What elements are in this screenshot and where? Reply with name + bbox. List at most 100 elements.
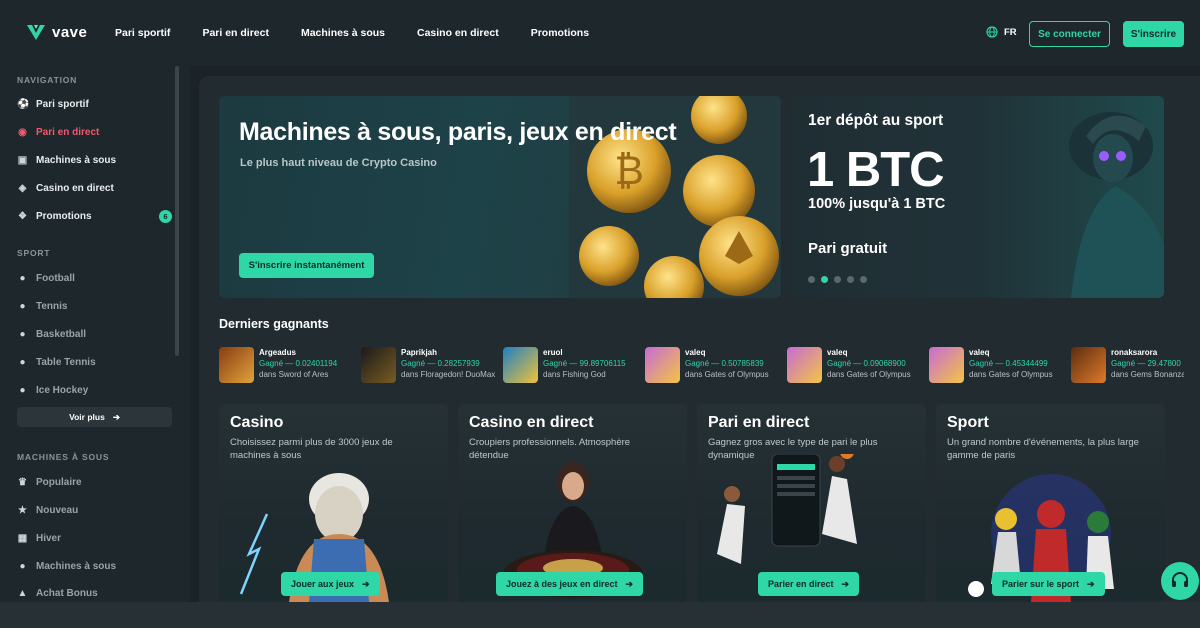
carousel-dot[interactable]: [808, 276, 815, 283]
see-more-button[interactable]: Voir plus ➔: [17, 407, 172, 427]
sidebar-section-sport: SPORT: [17, 248, 51, 258]
sidebar-item-casino-en-direct[interactable]: ◈ Casino en direct: [17, 183, 172, 194]
topnav-casino-en-direct[interactable]: Casino en direct: [417, 27, 499, 39]
sidebar-item-hiver[interactable]: ▦ Hiver: [17, 533, 172, 544]
winner-item[interactable]: valeq Gagné — 0.09068900 dans Gates of Oly…: [787, 347, 911, 383]
button-label: Jouez à des jeux en direct: [506, 579, 618, 589]
bag-icon: ▲: [17, 588, 28, 599]
sidebar-scrollbar[interactable]: [175, 66, 179, 356]
sidebar-item-basketball[interactable]: ● Basketball: [17, 329, 172, 340]
sidebar-item-label: Ice Hockey: [36, 385, 89, 396]
carousel-dot-active[interactable]: [821, 276, 828, 283]
winner-item[interactable]: valeq Gagné — 0.45344499 dans Gates of Oly…: [929, 347, 1053, 383]
bet-sport-button[interactable]: Parier sur le sport ➔: [992, 572, 1105, 596]
winner-item[interactable]: eruol Gagné — 99.89706115 dans Fishing God: [503, 347, 626, 383]
globe-icon: [986, 26, 998, 38]
sidebar-item-label: Pari en direct: [36, 127, 100, 138]
winner-game: dans Gems Bonanza: [1111, 370, 1184, 379]
card-description: Un grand nombre d'événements, la plus la…: [947, 437, 1139, 461]
card-title: Pari en direct: [708, 414, 810, 431]
language-selector[interactable]: FR: [986, 26, 1017, 38]
sidebar-item-ice-hockey[interactable]: ● Ice Hockey: [17, 385, 172, 396]
language-code: FR: [1004, 26, 1017, 38]
signup-button[interactable]: S'inscrire: [1123, 21, 1184, 47]
sidebar-item-nouveau[interactable]: ★ Nouveau: [17, 505, 172, 516]
game-thumbnail: [1071, 347, 1106, 383]
topnav-promotions[interactable]: Promotions: [531, 27, 589, 39]
game-thumbnail: [219, 347, 254, 383]
card-description: Croupiers professionnels. Atmosphère dét…: [469, 437, 631, 461]
card-title: Casino: [230, 414, 284, 431]
play-live-games-button[interactable]: Jouez à des jeux en direct ➔: [496, 572, 644, 596]
winner-item[interactable]: valeq Gagné — 0.50785839 dans Gates of Oly…: [645, 347, 769, 383]
play-games-button[interactable]: Jouer aux jeux ➔: [281, 572, 380, 596]
bet-live-button[interactable]: Parier en direct ➔: [758, 572, 860, 596]
game-thumbnail: [645, 347, 680, 383]
arrow-right-icon: ➔: [841, 578, 850, 589]
winners-ticker: Argeadus Gagné — 0.02401194 dans Sword of …: [219, 347, 1184, 387]
winner-amount: Gagné — 0.45344499: [969, 359, 1048, 368]
winner-item[interactable]: Paprikjah Gagné — 0.28257939 dans Floraged…: [361, 347, 496, 383]
hero-banner: ₿ Machines à sous, paris, jeux en direct…: [219, 96, 781, 298]
arrow-right-icon: ➔: [112, 411, 120, 422]
button-label: Parier sur le sport: [1002, 579, 1080, 589]
carousel-dot[interactable]: [860, 276, 867, 283]
arrow-right-icon: ➔: [625, 578, 634, 589]
topnav-pari-en-direct[interactable]: Pari en direct: [202, 27, 269, 39]
star-icon: ★: [18, 505, 27, 516]
winner-amount: Gagné — 0.02401194: [259, 359, 338, 368]
promo-free-bet: Pari gratuit: [808, 240, 888, 257]
page-bottom-strip: [0, 602, 1200, 628]
sidebar-item-machines-a-sous-2[interactable]: ● Machines à sous: [17, 561, 172, 572]
carousel-dot[interactable]: [847, 276, 854, 283]
winner-amount: Gagné — 99.89706115: [543, 359, 626, 368]
card-description: Choisissez parmi plus de 3000 jeux de ma…: [230, 437, 393, 461]
sidebar-item-pari-sportif[interactable]: ⚽ Pari sportif: [17, 99, 172, 110]
topnav-pari-sportif[interactable]: Pari sportif: [115, 27, 170, 39]
chat-support-button[interactable]: [1161, 562, 1199, 600]
winner-item[interactable]: ronaksarora Gagné — 29.47800 dans Gems Bon…: [1071, 347, 1184, 383]
promo-banner[interactable]: 1er dépôt au sport 1 BTC 100% jusqu'à 1 …: [791, 96, 1164, 298]
crown-icon: ♛: [18, 477, 27, 488]
sidebar-item-football[interactable]: ● Football: [17, 273, 172, 284]
hero-title: Machines à sous, paris, jeux en direct: [239, 118, 677, 146]
category-card-sport[interactable]: Sport Un grand nombre d'événements, la p…: [936, 404, 1165, 602]
sidebar-item-machines-a-sous[interactable]: ▣ Machines à sous: [17, 155, 172, 166]
login-button[interactable]: Se connecter: [1029, 21, 1110, 47]
sidebar-item-tennis[interactable]: ● Tennis: [17, 301, 172, 312]
game-thumbnail: [361, 347, 396, 383]
winner-amount: Gagné — 0.28257939: [401, 359, 480, 368]
winner-name: ronaksarora: [1111, 348, 1158, 357]
sidebar-item-achat-bonus[interactable]: ▲ Achat Bonus: [17, 588, 172, 599]
sidebar-item-promotions[interactable]: ❖ Promotions 6: [17, 210, 172, 223]
logo[interactable]: vave: [26, 22, 87, 42]
sidebar-item-populaire[interactable]: ♛ Populaire: [17, 477, 172, 488]
carousel-dot[interactable]: [834, 276, 841, 283]
sidebar-item-pari-en-direct[interactable]: ◉ Pari en direct: [17, 127, 172, 138]
winners-title: Derniers gagnants: [219, 317, 329, 331]
sidebar-item-label: Nouveau: [36, 505, 79, 516]
hero-subtitle: Le plus haut niveau de Crypto Casino: [240, 157, 437, 169]
arrow-right-icon: ➔: [362, 578, 370, 589]
winner-amount: Gagné — 0.09068900: [827, 359, 906, 368]
see-more-label: Voir plus: [69, 412, 105, 422]
promo-character-illustration: [1069, 112, 1164, 298]
category-card-live-casino[interactable]: Casino en direct Croupiers professionnel…: [458, 404, 687, 602]
hero-signup-button[interactable]: S'inscrire instantanément: [239, 253, 374, 278]
button-label: Jouer aux jeux: [291, 579, 355, 589]
hockey-icon: ●: [19, 385, 26, 396]
arrow-right-icon: ➔: [1087, 578, 1095, 589]
sidebar-item-label: Casino en direct: [36, 183, 114, 194]
winner-game: dans Sword of Ares: [259, 370, 329, 379]
soccer-ball-icon: ⚽: [17, 99, 30, 110]
tennis-icon: ●: [19, 301, 26, 312]
topnav-machines-a-sous[interactable]: Machines à sous: [301, 27, 385, 39]
category-card-casino[interactable]: Casino Choisissez parmi plus de 3000 jeu…: [219, 404, 448, 602]
vave-logo-icon: [27, 25, 45, 40]
sidebar-item-label: Promotions: [36, 211, 92, 222]
category-card-live-betting[interactable]: Pari en direct Gagnez gros avec le type …: [697, 404, 926, 602]
game-thumbnail: [929, 347, 964, 383]
winner-item[interactable]: Argeadus Gagné — 0.02401194 dans Sword of …: [219, 347, 337, 383]
sidebar-item-label: Table Tennis: [36, 357, 96, 368]
sidebar-item-table-tennis[interactable]: ● Table Tennis: [17, 357, 172, 368]
